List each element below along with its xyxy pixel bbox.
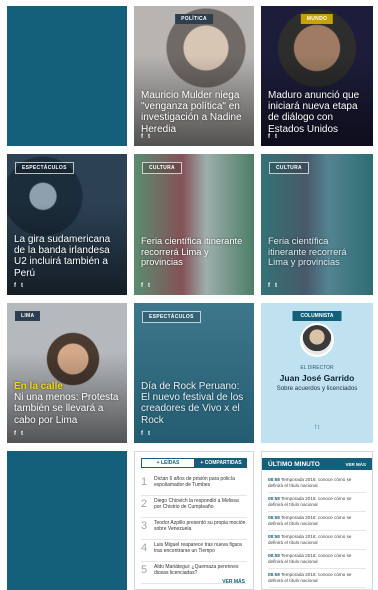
teal-block-top-left (7, 6, 127, 146)
section-tag: CULTURA (142, 162, 182, 174)
item-text[interactable]: Temporada 2016: conoce cómo se definirá … (268, 572, 351, 583)
item-text[interactable]: Temporada 2016: conoce cómo se definirá … (268, 515, 351, 526)
twitter-icon[interactable]: t (148, 431, 150, 437)
list-item[interactable]: 2 Diego Chiovich la respondió a Melissa … (141, 496, 247, 518)
rank-number: 5 (141, 564, 148, 576)
story-headline[interactable]: Día de Rock Peruano: El nuevo festival d… (141, 381, 248, 426)
most-read-list: 1 Dictan 6 años de prisión para policía … (141, 474, 247, 584)
facebook-icon[interactable]: f (268, 283, 270, 289)
latest-title: ÚLTIMO MINUTO (268, 460, 320, 468)
rank-title[interactable]: Dictan 6 años de prisión para policía es… (151, 476, 247, 488)
facebook-icon[interactable]: f (14, 431, 16, 437)
story-tile-mulder[interactable]: POLÍTICA Mauricio Mulder niega "venganza… (134, 6, 254, 146)
story-headline[interactable]: Mauricio Mulder niega "venganza política… (141, 90, 248, 135)
twitter-icon[interactable]: t (148, 283, 150, 289)
section-tag: LIMA (15, 311, 41, 321)
facebook-icon[interactable]: f (14, 283, 16, 289)
columnist-topic[interactable]: Sobre acuerdos y licenciados (261, 385, 373, 392)
section-tag: CULTURA (269, 162, 309, 174)
story-headline[interactable]: La gira sudamericana de la banda irlande… (14, 234, 121, 279)
rank-number: 4 (141, 542, 148, 554)
item-time: 08:58 (268, 572, 280, 577)
rank-title[interactable]: Luis Miguel reaparece tras nueva figura … (151, 542, 247, 554)
list-item[interactable]: 08:58 Temporada 2016: conoce cómo se def… (268, 550, 366, 569)
social-share: f t (141, 134, 150, 140)
section-tag: ESPECTÁCULOS (15, 162, 74, 174)
latest-news-widget: ÚLTIMO MINUTO VER MÁS 08:58 Temporada 20… (261, 451, 373, 590)
story-headline[interactable]: Feria científica itinerante recorrerá Li… (268, 236, 367, 268)
social-share: f t (268, 283, 277, 289)
rank-title[interactable]: Diego Chiovich la respondió a Melissa po… (151, 498, 247, 510)
list-item[interactable]: 1 Dictan 6 años de prisión para policía … (141, 474, 247, 496)
rank-number: 2 (141, 498, 148, 510)
story-tile-feria-1[interactable]: CULTURA Feria científica itinerante reco… (134, 154, 254, 295)
rank-number: 3 (141, 520, 148, 532)
social-share: f t (141, 431, 150, 437)
facebook-icon[interactable]: f (141, 431, 143, 437)
columnist-role: EL DIRECTOR (300, 365, 334, 371)
facebook-icon[interactable]: f (268, 134, 270, 140)
rank-title[interactable]: Aldo Mariátegui: ¿Quemaza perennes diosa… (151, 564, 247, 576)
item-text[interactable]: Temporada 2016: conoce cómo se definirá … (268, 534, 351, 545)
columnist-tag: COLUMNISTA (292, 311, 342, 321)
list-item[interactable]: 08:58 Temporada 2016: conoce cómo se def… (268, 512, 366, 531)
facebook-icon[interactable]: f (141, 134, 143, 140)
section-tag: MUNDO (300, 14, 334, 24)
story-headline-block[interactable]: En la calle Ni una menos: Protesta tambi… (14, 381, 121, 426)
list-item[interactable]: 08:58 Temporada 2016: conoce cómo se def… (268, 474, 366, 493)
story-tile-protesta[interactable]: LIMA En la calle Ni una menos: Protesta … (7, 303, 127, 443)
tab-most-read[interactable]: + LEÍDAS (141, 458, 195, 468)
twitter-icon[interactable]: t (21, 283, 23, 289)
tab-most-shared[interactable]: + COMPARTIDAS (195, 458, 247, 468)
twitter-icon[interactable]: t (148, 134, 150, 140)
story-headline[interactable]: Feria científica itinerante recorrerá Li… (141, 236, 248, 268)
list-item[interactable]: 4 Luis Miguel reaparece tras nueva figur… (141, 540, 247, 562)
rank-title[interactable]: Teodor Azpillo presentó su propia moción… (151, 520, 247, 532)
item-time: 08:58 (268, 515, 280, 520)
twitter-icon[interactable]: t (275, 283, 277, 289)
social-share[interactable]: f t (261, 425, 373, 431)
story-tile-rock[interactable]: ESPECTÁCULOS Día de Rock Peruano: El nue… (134, 303, 254, 443)
facebook-icon[interactable]: f (141, 283, 143, 289)
teal-block-bottom-left (7, 451, 127, 590)
item-text[interactable]: Temporada 2016: conoce cómo se definirá … (268, 553, 351, 564)
most-read-widget: + LEÍDAS + COMPARTIDAS 1 Dictan 6 años d… (134, 451, 254, 590)
most-read-tabs: + LEÍDAS + COMPARTIDAS (141, 458, 247, 468)
story-headline[interactable]: Ni una menos: Protesta también se llevar… (14, 392, 119, 425)
columnist-name[interactable]: Juan José Garrido (261, 373, 373, 383)
story-headline[interactable]: Maduro anunció que iniciará nueva etapa … (268, 90, 367, 135)
twitter-icon[interactable]: t (275, 134, 277, 140)
list-item[interactable]: 08:58 Temporada 2016: conoce cómo se def… (268, 493, 366, 512)
item-time: 08:58 (268, 534, 280, 539)
list-item[interactable]: 3 Teodor Azpillo presentó su propia moci… (141, 518, 247, 540)
item-text[interactable]: Temporada 2016: conoce cómo se definirá … (268, 477, 351, 488)
rank-number: 1 (141, 476, 148, 488)
latest-header: ÚLTIMO MINUTO VER MÁS (262, 458, 372, 470)
columnist-card[interactable]: COLUMNISTA EL DIRECTOR Juan José Garrido… (261, 303, 373, 443)
story-tile-feria-2[interactable]: CULTURA Feria científica itinerante reco… (261, 154, 373, 295)
story-kicker: En la calle (14, 381, 63, 392)
story-tile-u2[interactable]: ESPECTÁCULOS La gira sudamericana de la … (7, 154, 127, 295)
social-share: f t (14, 283, 23, 289)
item-time: 08:58 (268, 496, 280, 501)
section-tag: POLÍTICA (175, 14, 213, 24)
social-share: f t (141, 283, 150, 289)
item-time: 08:58 (268, 553, 280, 558)
social-share: f t (268, 134, 277, 140)
see-more-link[interactable]: VER MÁS (345, 462, 366, 467)
item-time: 08:58 (268, 477, 280, 482)
latest-list: 08:58 Temporada 2016: conoce cómo se def… (268, 474, 366, 588)
avatar (300, 323, 334, 357)
list-item[interactable]: 08:58 Temporada 2016: conoce cómo se def… (268, 531, 366, 550)
section-tag: ESPECTÁCULOS (142, 311, 201, 323)
story-tile-maduro[interactable]: MUNDO Maduro anunció que iniciará nueva … (261, 6, 373, 146)
item-text[interactable]: Temporada 2016: conoce cómo se definirá … (268, 496, 351, 507)
list-item[interactable]: 08:58 Temporada 2016: conoce cómo se def… (268, 569, 366, 588)
see-more-link[interactable]: VER MÁS (222, 579, 245, 585)
social-share: f t (14, 431, 23, 437)
twitter-icon[interactable]: t (21, 431, 23, 437)
